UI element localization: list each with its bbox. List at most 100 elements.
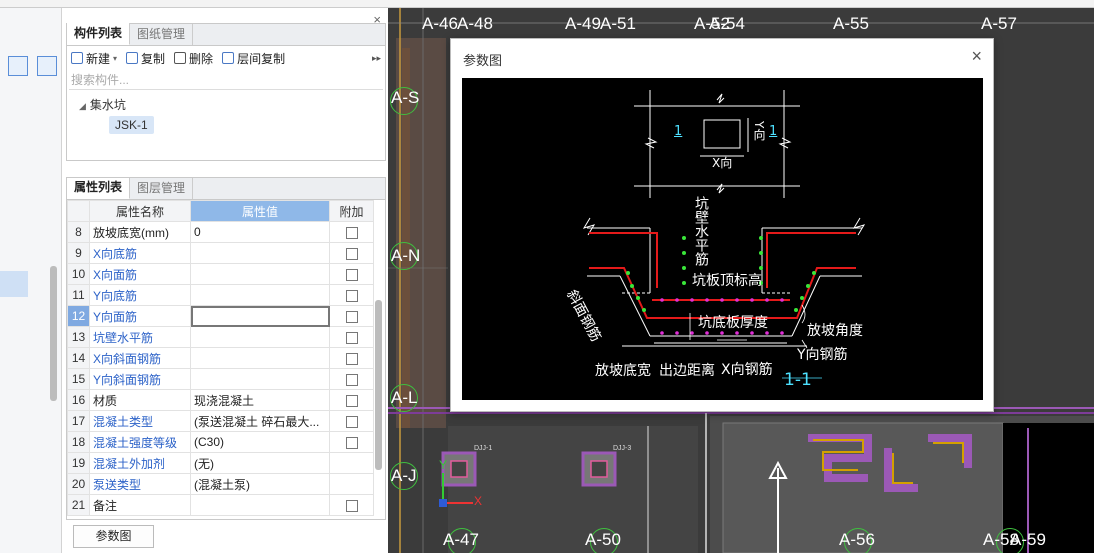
extra-checkbox-cell: [329, 284, 374, 306]
tree-category[interactable]: ◢ 集水坑: [79, 94, 385, 116]
property-value[interactable]: (无): [190, 452, 330, 474]
property-value[interactable]: [190, 368, 330, 390]
table-row[interactable]: 17 混凝土类型 (泵送混凝土 碎石最大...: [67, 410, 374, 432]
extra-checkbox[interactable]: [345, 331, 358, 344]
floor-copy-button[interactable]: 层间复制: [222, 50, 285, 67]
property-value[interactable]: [190, 305, 330, 327]
left-nav-selected-item[interactable]: [0, 271, 28, 297]
extra-checkbox[interactable]: [345, 247, 358, 260]
property-value[interactable]: [190, 494, 330, 516]
extra-checkbox-cell: [329, 221, 374, 243]
grid-label-top: A-48: [457, 14, 493, 33]
tab-property-list[interactable]: 属性列表: [67, 178, 131, 199]
table-row[interactable]: 15 Y向斜面钢筋: [67, 368, 374, 390]
component-list-panel: × 构件列表 图纸管理 新建 ▾ 复制 删除 层间复制 ▸▸ 搜索构件... ◢ 集…: [66, 12, 386, 161]
row-index: 11: [67, 284, 90, 306]
property-name: 材质: [89, 389, 191, 411]
axis-y-label: Y: [439, 458, 448, 472]
property-value[interactable]: [190, 242, 330, 264]
extra-checkbox-cell: [329, 389, 374, 411]
delete-button[interactable]: 删除: [174, 50, 213, 67]
more-tools-button[interactable]: ▸▸: [372, 53, 385, 64]
property-name: 混凝土强度等级: [89, 431, 191, 453]
close-icon[interactable]: ×: [373, 178, 381, 181]
table-row[interactable]: 9 X向底筋: [67, 242, 374, 264]
table-row[interactable]: 20 泵送类型 (混凝土泵): [67, 473, 374, 495]
extra-checkbox[interactable]: [345, 394, 358, 407]
property-scrollbar[interactable]: [375, 300, 382, 470]
extra-checkbox[interactable]: [345, 268, 358, 281]
extra-checkbox[interactable]: [345, 373, 358, 386]
component-search-input[interactable]: 搜索构件...: [69, 70, 383, 90]
table-row[interactable]: 12 Y向面筋: [67, 305, 374, 327]
property-value[interactable]: [190, 284, 330, 306]
wall-rebar-label: 坑壁水平筋: [693, 196, 709, 266]
property-name: X向斜面钢筋: [89, 347, 191, 369]
extra-checkbox-cell: [329, 305, 374, 327]
table-row[interactable]: 14 X向斜面钢筋: [67, 347, 374, 369]
property-value[interactable]: 0: [190, 221, 330, 243]
header-name: 属性名称: [89, 200, 191, 222]
row-index: 9: [67, 242, 90, 264]
section-mark-right: 1: [769, 124, 778, 139]
detail-view-button[interactable]: [37, 56, 57, 76]
header-extra: 附加: [329, 200, 374, 222]
property-value[interactable]: [190, 326, 330, 348]
extra-checkbox[interactable]: [345, 499, 358, 512]
extra-checkbox[interactable]: [345, 226, 358, 239]
table-row[interactable]: 21 备注: [67, 494, 374, 516]
table-row[interactable]: 10 X向面筋: [67, 263, 374, 285]
table-row[interactable]: 19 混凝土外加剂 (无): [67, 452, 374, 474]
extra-checkbox[interactable]: [345, 352, 358, 365]
property-value[interactable]: 现浇混凝土: [190, 389, 330, 411]
grid-label-bottom: A-59: [1010, 530, 1046, 549]
tab-layer-management[interactable]: 图层管理: [130, 178, 194, 199]
close-icon[interactable]: ×: [971, 46, 982, 67]
row-index: 10: [67, 263, 90, 285]
grid-label-left: A-J: [391, 466, 417, 485]
table-header: 属性名称 属性值 附加: [67, 200, 374, 222]
table-row[interactable]: 13 坑壁水平筋: [67, 326, 374, 348]
property-name: 泵送类型: [89, 473, 191, 495]
left-nav-strip: [0, 8, 62, 553]
new-icon: [71, 52, 83, 64]
property-value[interactable]: [190, 347, 330, 369]
new-button[interactable]: 新建 ▾: [71, 50, 117, 67]
table-row[interactable]: 16 材质 现浇混凝土: [67, 389, 374, 411]
table-row[interactable]: 11 Y向底筋: [67, 284, 374, 306]
section-title: 1-1: [784, 370, 812, 390]
property-name: Y向面筋: [89, 305, 191, 327]
extra-checkbox-cell: [329, 326, 374, 348]
header-value: 属性值: [190, 200, 330, 222]
component-tree: ◢ 集水坑 JSK-1: [67, 90, 385, 134]
extra-checkbox[interactable]: [345, 310, 358, 323]
list-view-button[interactable]: [8, 56, 28, 76]
tree-item-jsk1[interactable]: JSK-1: [109, 116, 154, 134]
expand-icon[interactable]: ◢: [79, 101, 86, 111]
tab-drawing-management[interactable]: 图纸管理: [130, 24, 194, 45]
property-value[interactable]: [190, 263, 330, 285]
row-index: 8: [67, 221, 90, 243]
top-elevation-label: 坑板顶标高: [692, 273, 762, 289]
property-value[interactable]: (混凝土泵): [190, 473, 330, 495]
extra-checkbox-cell: [329, 431, 374, 453]
table-row[interactable]: 8 放坡底宽(mm) 0: [67, 221, 374, 243]
extra-checkbox[interactable]: [345, 289, 358, 302]
left-scrollbar[interactable]: [50, 266, 57, 401]
property-value[interactable]: (C30): [190, 431, 330, 453]
grid-label-top: A-55: [833, 14, 869, 33]
extra-checkbox[interactable]: [345, 436, 358, 449]
row-index: 21: [67, 494, 90, 516]
grid-label-left: A-N: [391, 246, 421, 265]
tab-component-list[interactable]: 构件列表: [67, 23, 131, 45]
property-value[interactable]: (泵送混凝土 碎石最大...: [190, 410, 330, 432]
property-tabs: 属性列表 图层管理: [67, 178, 385, 200]
row-index: 17: [67, 410, 90, 432]
extra-checkbox-cell: [329, 242, 374, 264]
header-index: [67, 200, 90, 222]
table-row[interactable]: 18 混凝土强度等级 (C30): [67, 431, 374, 453]
copy-button[interactable]: 复制: [126, 50, 165, 67]
parameter-diagram-button[interactable]: 参数图: [73, 525, 154, 548]
close-icon[interactable]: ×: [373, 12, 381, 27]
extra-checkbox[interactable]: [345, 415, 358, 428]
